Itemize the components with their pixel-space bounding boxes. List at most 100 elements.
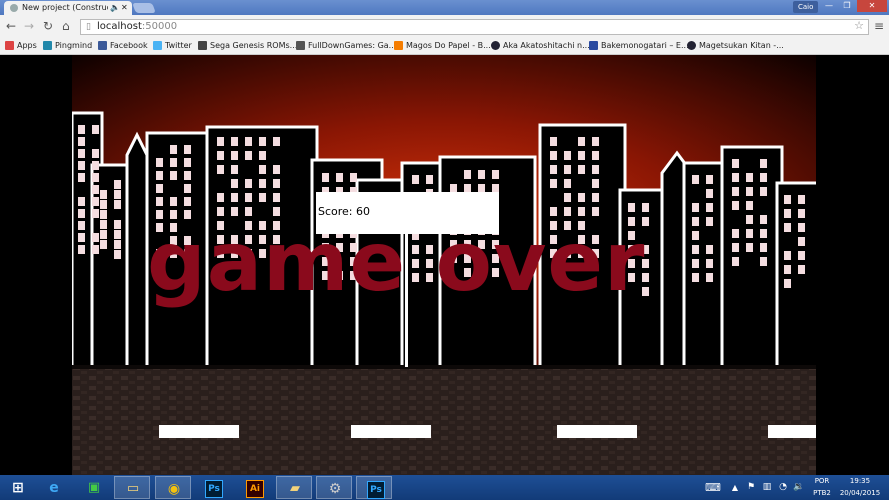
building-window [732, 173, 739, 182]
flag-icon[interactable]: ⚑ [744, 475, 758, 500]
bookmark-star-icon[interactable]: ☆ [854, 19, 864, 33]
building-window [746, 243, 753, 252]
building-window [170, 158, 177, 167]
address-bar[interactable]: ▯ localhost:50000 ☆ [80, 19, 869, 35]
pingmind-icon [43, 41, 52, 50]
magetsukan-icon [687, 41, 696, 50]
language-indicator[interactable]: POR PTB2 [808, 475, 836, 500]
building-window [578, 193, 585, 202]
speaker-icon: 🔈 [110, 3, 120, 12]
taskbar-settings[interactable]: ⚙ [316, 476, 352, 499]
building-window [692, 245, 699, 254]
home-icon[interactable]: ⌂ [62, 19, 70, 33]
building-window [746, 187, 753, 196]
maximize-button[interactable]: ❐ [838, 0, 856, 12]
building-window [642, 203, 649, 212]
fulldowngames-icon [296, 41, 305, 50]
keyboard-icon[interactable]: ⌨ [702, 475, 724, 500]
taskbar-illustrator[interactable]: Ai [236, 476, 272, 499]
bookmark-magos[interactable]: Magos Do Papel - B... [394, 37, 491, 54]
building-window [706, 175, 713, 184]
building-window [92, 197, 99, 206]
user-profile-button[interactable]: Caio [793, 1, 819, 13]
building-window [92, 149, 99, 158]
building-window [114, 220, 121, 229]
building-window [273, 179, 280, 188]
building-window [784, 279, 791, 288]
building-window [706, 259, 713, 268]
taskbar-store[interactable]: ▣ [76, 476, 112, 499]
building-window [231, 193, 238, 202]
bookmark-aka[interactable]: Aka Akatoshitachi n... [491, 37, 590, 54]
building-window [184, 145, 191, 154]
show-hidden-icons-chevron-icon[interactable]: ▲ [728, 475, 742, 500]
building-window [350, 173, 357, 182]
building-window [732, 159, 739, 168]
building-window [746, 173, 753, 182]
building-window [784, 265, 791, 274]
building-window [217, 151, 224, 160]
taskbar-folder[interactable]: ▰ [276, 476, 312, 499]
clock[interactable]: 19:35 20/04/2015 [838, 475, 882, 500]
new-tab-button[interactable] [132, 3, 156, 13]
building-window [564, 151, 571, 160]
building-window [732, 229, 739, 238]
building-window [706, 217, 713, 226]
building-window [156, 171, 163, 180]
building-window [692, 259, 699, 268]
taskbar-photoshop-2[interactable]: Ps [356, 476, 392, 499]
building-window [628, 203, 635, 212]
chrome-menu-icon[interactable]: ≡ [874, 19, 884, 33]
bookmark-twitter[interactable]: Twitter [153, 37, 192, 54]
building-window [746, 201, 753, 210]
bookmark-magetsukan[interactable]: Magetsukan Kitan -... [687, 37, 784, 54]
minimize-button[interactable]: — [820, 0, 838, 12]
close-window-button[interactable]: ✕ [857, 0, 887, 12]
lane-marker [351, 425, 431, 438]
building-window [78, 161, 85, 170]
bookmark-facebook[interactable]: Facebook [98, 37, 148, 54]
building-window [706, 203, 713, 212]
road [72, 369, 816, 475]
building-window [100, 230, 107, 239]
back-arrow-icon[interactable]: ← [6, 19, 16, 33]
browser-tab[interactable]: New project (Construct 🔈 ✕ [4, 1, 132, 15]
store-icon: ▣ [87, 480, 101, 495]
building-window [231, 137, 238, 146]
aka-icon [491, 41, 500, 50]
game-canvas[interactable]: Score: 60 game over [72, 55, 816, 475]
building-window [231, 151, 238, 160]
building-window [259, 179, 266, 188]
building-window [114, 200, 121, 209]
building-window [760, 187, 767, 196]
bookmark-apps[interactable]: Apps [5, 37, 37, 54]
bookmark-sega[interactable]: Sega Genesis ROMs... [198, 37, 297, 54]
taskbar-ie[interactable]: e [36, 476, 72, 499]
bookmark-pingmind[interactable]: Pingmind [43, 37, 92, 54]
start-button[interactable]: ⊞ [0, 476, 36, 499]
building-window [732, 187, 739, 196]
building-window [78, 137, 85, 146]
building-window [78, 209, 85, 218]
tab-close-icon[interactable]: ✕ [121, 1, 128, 15]
clock-time: 19:35 [849, 477, 871, 485]
reload-icon[interactable]: ↻ [43, 19, 53, 33]
building-window [692, 231, 699, 240]
building-window [245, 179, 252, 188]
forward-arrow-icon[interactable]: → [24, 19, 34, 33]
taskbar-photoshop[interactable]: Ps [195, 476, 231, 499]
road-divider [72, 365, 816, 369]
network-icon[interactable]: ▥ [760, 475, 774, 500]
lane-marker [159, 425, 239, 438]
taskbar-explorer[interactable]: ▭ [114, 476, 150, 499]
wifi-icon[interactable]: ◔ [776, 475, 790, 500]
bookmark-bakemonogatari[interactable]: Bakemonogatari – E... [589, 37, 689, 54]
building-window [692, 273, 699, 282]
building-window [798, 237, 805, 246]
bookmark-fulldowngames[interactable]: FullDownGames: Ga... [296, 37, 396, 54]
taskbar-chrome[interactable]: ◉ [155, 476, 191, 499]
building-window [564, 193, 571, 202]
volume-icon[interactable]: 🔉 [792, 475, 806, 500]
building-window [412, 175, 419, 184]
building-window [336, 173, 343, 182]
